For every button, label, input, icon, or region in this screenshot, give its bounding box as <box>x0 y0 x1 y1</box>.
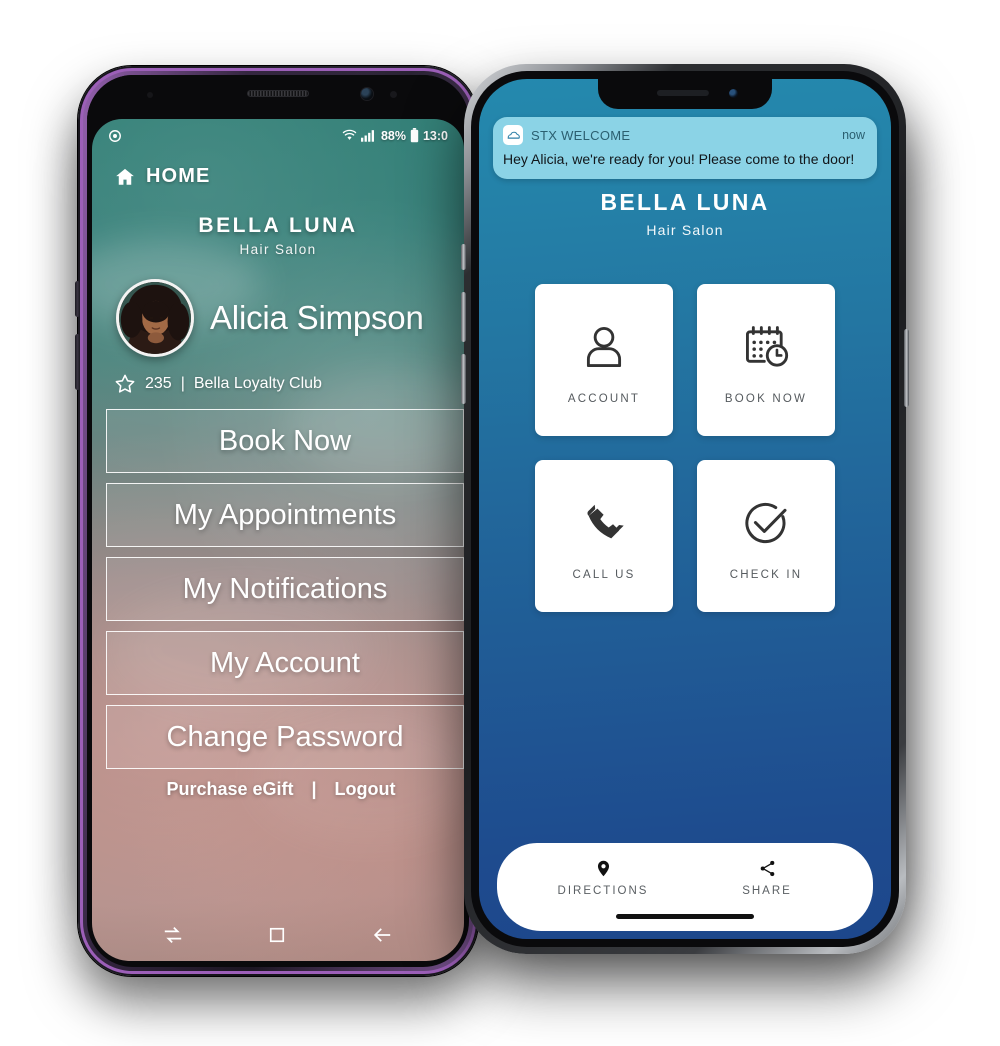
tile-label: BOOK NOW <box>724 393 808 405</box>
samsung-galaxy-device: 88% 13:0 HOME BELLA LUNA Hair Salon Alic… <box>75 66 481 976</box>
tile-label: CHECK IN <box>729 569 803 581</box>
iphone-notch <box>598 79 772 109</box>
tile-account[interactable]: ACCOUNT <box>535 284 673 436</box>
home-icon <box>114 166 136 188</box>
samsung-header: HOME <box>92 143 464 188</box>
iphone-volume-down-button[interactable] <box>461 354 466 404</box>
samsung-inner-frame: 88% 13:0 HOME BELLA LUNA Hair Salon Alic… <box>87 75 469 967</box>
samsung-bixby-button[interactable] <box>75 281 80 317</box>
battery-icon <box>410 128 419 143</box>
home-indicator[interactable] <box>616 914 754 919</box>
brand-name: BELLA LUNA <box>198 214 358 237</box>
samsung-status-bar: 88% 13:0 <box>92 119 464 143</box>
tile-label: ACCOUNT <box>567 393 641 405</box>
iphone-device: STX WELCOME now Hey Alicia, we're ready … <box>461 64 909 954</box>
bottom-item-label: DIRECTIONS <box>557 885 649 897</box>
mockup-stage: 88% 13:0 HOME BELLA LUNA Hair Salon Alic… <box>0 0 1000 1046</box>
earpiece-speaker-icon <box>247 90 309 97</box>
iphone-volume-up-button[interactable] <box>461 292 466 342</box>
cellular-signal-icon <box>360 129 377 142</box>
brand-name: BELLA LUNA <box>600 189 770 215</box>
iphone-inner-frame: STX WELCOME now Hey Alicia, we're ready … <box>471 71 899 947</box>
phone-icon <box>578 491 630 555</box>
wifi-icon <box>342 129 357 142</box>
share-icon <box>758 859 777 878</box>
samsung-volume-button[interactable] <box>75 334 80 390</box>
back-arrow-icon[interactable] <box>370 924 394 946</box>
front-camera-icon <box>729 89 738 98</box>
battery-percent-label: 88% <box>380 128 406 143</box>
push-notification-banner[interactable]: STX WELCOME now Hey Alicia, we're ready … <box>493 117 877 179</box>
person-icon <box>577 315 631 379</box>
calendar-clock-icon <box>739 315 793 379</box>
status-time-label: 13:0 <box>422 128 448 143</box>
android-nav-bar <box>92 909 464 961</box>
iphone-brand-block: BELLA LUNA Hair Salon <box>479 189 891 238</box>
iphone-power-button[interactable] <box>904 329 909 407</box>
notification-time: now <box>842 128 865 142</box>
stx-cloud-app-icon <box>503 125 523 145</box>
star-icon <box>114 373 136 395</box>
square-home-icon[interactable] <box>267 925 287 945</box>
front-camera-icon <box>361 88 373 100</box>
tile-call-us[interactable]: CALL US <box>535 460 673 612</box>
iphone-screen: STX WELCOME now Hey Alicia, we're ready … <box>479 79 891 939</box>
recents-icon[interactable] <box>162 924 184 946</box>
proximity-sensor-icon <box>147 92 153 98</box>
bottom-item-directions[interactable]: DIRECTIONS <box>553 859 653 897</box>
earpiece-speaker-icon <box>656 90 709 96</box>
tile-label: CALL US <box>572 569 636 581</box>
loyalty-program-label: Bella Loyalty Club <box>193 375 322 392</box>
tile-book-now[interactable]: BOOK NOW <box>697 284 835 436</box>
iphone-mute-switch[interactable] <box>461 244 466 270</box>
iphone-bottom-bar: DIRECTIONS SHARE <box>497 843 873 931</box>
bottom-item-label: SHARE <box>742 885 792 897</box>
notification-header: STX WELCOME now <box>503 125 865 145</box>
iris-sensor-icon <box>390 91 397 98</box>
check-circle-icon <box>739 491 793 555</box>
brand-subtitle: Hair Salon <box>646 222 724 238</box>
loyalty-separator: | <box>180 375 185 392</box>
notification-message: Hey Alicia, we're ready for you! Please … <box>503 151 855 167</box>
status-clock-icon <box>108 129 122 143</box>
loyalty-points: 235 <box>145 375 172 392</box>
tile-check-in[interactable]: CHECK IN <box>697 460 835 612</box>
tile-grid: ACCOUNT BOOK NOW CALL US CHECK IN <box>479 238 891 612</box>
menu-item-my-appointments[interactable]: My Appointments <box>106 483 464 547</box>
bottom-item-share[interactable]: SHARE <box>717 859 817 897</box>
samsung-top-bezel <box>87 75 469 119</box>
map-pin-icon <box>594 859 613 878</box>
avatar[interactable] <box>116 279 194 357</box>
notification-app-name: STX WELCOME <box>531 127 631 143</box>
samsung-screen: 88% 13:0 HOME BELLA LUNA Hair Salon Alic… <box>92 119 464 961</box>
samsung-header-title: HOME <box>146 165 211 187</box>
